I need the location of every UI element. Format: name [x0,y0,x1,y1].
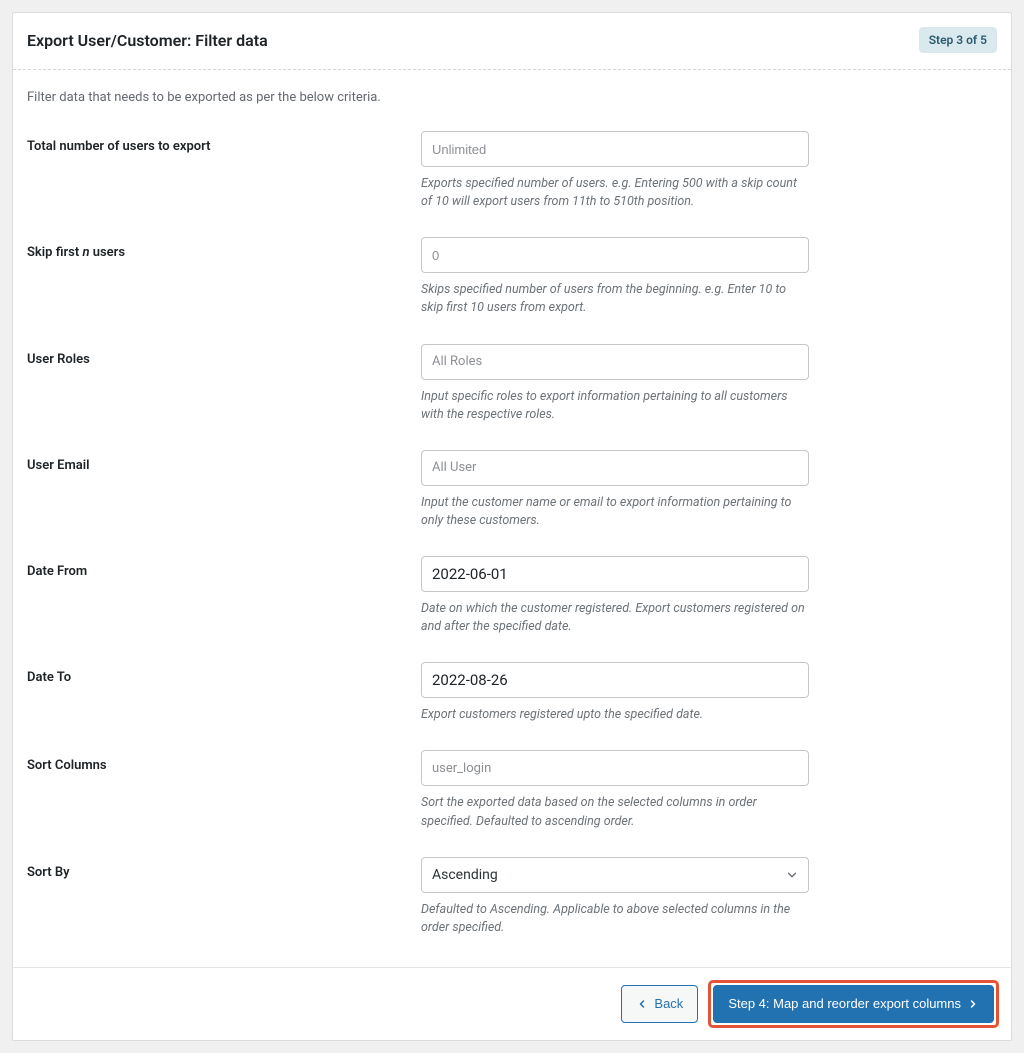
sort-by-value: Ascending [421,857,809,893]
help-sort-columns: Sort the exported data based on the sele… [421,794,809,830]
label-skip-first-post: users [90,245,126,260]
date-to-input[interactable]: 2022-08-26 [421,662,809,698]
user-roles-input[interactable]: All Roles [421,344,809,380]
next-button[interactable]: Step 4: Map and reorder export columns [713,985,994,1023]
row-date-to: Date To 2022-08-26 Export customers regi… [27,662,997,724]
skip-first-input[interactable] [421,237,809,273]
date-from-input[interactable]: 2022-06-01 [421,556,809,592]
export-filter-panel: Export User/Customer: Filter data Step 3… [12,12,1012,1041]
panel-footer: Back Step 4: Map and reorder export colu… [13,967,1011,1040]
row-user-roles: User Roles All Roles Input specific role… [27,344,997,424]
control-user-roles: All Roles Input specific roles to export… [421,344,809,424]
control-skip-first: Skips specified number of users from the… [421,237,809,317]
row-sort-by: Sort By Ascending Defaulted to Ascending… [27,857,997,937]
help-total-users: Exports specified number of users. e.g. … [421,175,809,211]
panel-body: Filter data that needs to be exported as… [13,70,1011,967]
row-total-users: Total number of users to export Exports … [27,131,997,211]
help-date-to: Export customers registered upto the spe… [421,706,809,724]
control-sort-by: Ascending Defaulted to Ascending. Applic… [421,857,809,937]
help-skip-first: Skips specified number of users from the… [421,281,809,317]
sort-columns-input[interactable]: user_login [421,750,809,786]
label-total-users: Total number of users to export [27,131,421,154]
sort-by-select[interactable]: Ascending [421,857,809,893]
row-skip-first: Skip first n users Skips specified numbe… [27,237,997,317]
chevron-right-icon [967,998,979,1010]
label-user-email: User Email [27,450,421,473]
label-sort-columns: Sort Columns [27,750,421,773]
label-sort-by: Sort By [27,857,421,880]
label-skip-first-n: n [82,245,89,260]
label-date-from: Date From [27,556,421,579]
row-date-from: Date From 2022-06-01 Date on which the c… [27,556,997,636]
back-button[interactable]: Back [621,985,698,1023]
help-sort-by: Defaulted to Ascending. Applicable to ab… [421,901,809,937]
step-badge: Step 3 of 5 [919,27,997,53]
panel-description: Filter data that needs to be exported as… [27,90,997,105]
chevron-left-icon [636,998,648,1010]
user-email-input[interactable]: All User [421,450,809,486]
control-date-from: 2022-06-01 Date on which the customer re… [421,556,809,636]
label-user-roles: User Roles [27,344,421,367]
help-date-from: Date on which the customer registered. E… [421,600,809,636]
help-user-email: Input the customer name or email to expo… [421,494,809,530]
row-sort-columns: Sort Columns user_login Sort the exporte… [27,750,997,830]
total-users-input[interactable] [421,131,809,167]
next-button-label: Step 4: Map and reorder export columns [728,996,961,1011]
control-sort-columns: user_login Sort the exported data based … [421,750,809,830]
back-button-label: Back [654,996,683,1011]
control-date-to: 2022-08-26 Export customers registered u… [421,662,809,724]
help-user-roles: Input specific roles to export informati… [421,388,809,424]
page-title: Export User/Customer: Filter data [27,31,268,50]
row-user-email: User Email All User Input the customer n… [27,450,997,530]
control-total-users: Exports specified number of users. e.g. … [421,131,809,211]
next-button-highlight: Step 4: Map and reorder export columns [708,980,999,1028]
control-user-email: All User Input the customer name or emai… [421,450,809,530]
panel-header: Export User/Customer: Filter data Step 3… [13,13,1011,70]
label-skip-first: Skip first n users [27,237,421,260]
label-date-to: Date To [27,662,421,685]
label-skip-first-pre: Skip first [27,245,82,260]
